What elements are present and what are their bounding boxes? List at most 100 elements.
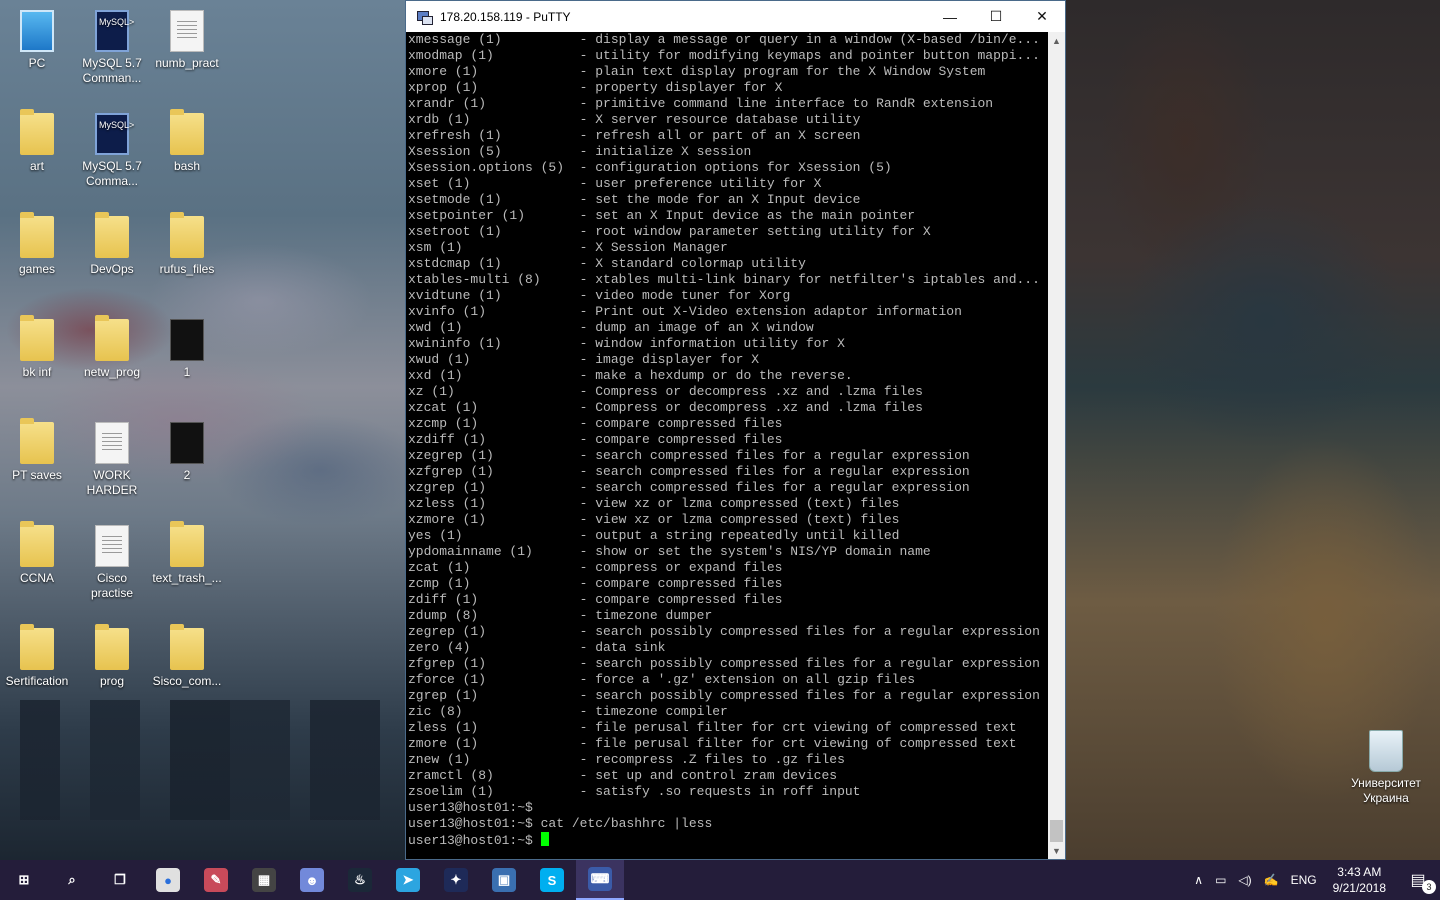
minimize-button[interactable]: — [927,1,973,32]
taskbar-chrome-button[interactable]: ● [144,860,192,900]
scrollbar-thumb[interactable] [1050,820,1063,842]
desktop-icon[interactable]: Cisco practise [75,525,149,601]
desktop-icon[interactable]: PT saves [0,418,74,483]
terminal-line: xzfgrep (1) - search compressed files fo… [408,464,970,479]
language-indicator[interactable]: ENG [1285,860,1323,900]
desktop-icon[interactable]: MySQL> MySQL 5.7 Comman... [75,10,149,86]
taskbar-skype-button[interactable]: S [528,860,576,900]
taskbar-task-view-button[interactable]: ❐ [96,860,144,900]
task-view-icon: ❐ [114,872,126,887]
paint-icon: ✎ [204,868,228,892]
network-icon[interactable]: ▭ [1209,860,1232,900]
desktop-icon-label: 2 [183,468,191,482]
desktop-icon[interactable]: games [0,212,74,277]
close-button[interactable]: ✕ [1019,1,1065,32]
scroll-up-arrow-icon[interactable]: ▲ [1048,32,1065,49]
maximize-button[interactable]: ☐ [973,1,1019,32]
desktop-icon[interactable]: Sertification [0,624,74,689]
terminal-line: xz (1) - Compress or decompress .xz and … [408,384,923,399]
start-icon: ⊞ [18,872,30,887]
desktop-icon[interactable]: text_trash_... [150,521,224,586]
desktop-icon[interactable]: CCNA [0,521,74,586]
desktop-icon-label: netw_prog [83,365,141,379]
folder-icon [20,109,54,155]
desktop-icon-label: bash [173,159,201,173]
terminal-line: xsm (1) - X Session Manager [408,240,728,255]
taskbar-search-button[interactable]: ⌕ [48,860,96,900]
terminal-prompt-line[interactable]: user13@host01:~$ [408,832,1049,848]
desktop-icon[interactable]: 1 [150,319,224,380]
desktop-icon-label: Sisco_com... [152,674,222,688]
volume-icon[interactable]: ◁) [1232,860,1257,900]
folder-icon [95,212,129,258]
folder-icon [20,315,54,361]
taskbar-telegram-button[interactable]: ➤ [384,860,432,900]
discord-icon: ☻ [300,868,324,892]
terminal-line: xzegrep (1) - search compressed files fo… [408,448,970,463]
folder-icon [20,418,54,464]
desktop-icon[interactable]: bash [150,109,224,174]
tray-chevron-icon[interactable]: ∧ [1188,860,1209,900]
terminal-line: zramctl (8) - set up and control zram de… [408,768,838,783]
putty-window[interactable]: 178.20.158.119 - PuTTY — ☐ ✕ xmessage (1… [405,0,1066,860]
putty-titlebar[interactable]: 178.20.158.119 - PuTTY — ☐ ✕ [406,1,1065,32]
taskbar-remote-desktop-button[interactable]: ▣ [480,860,528,900]
terminal-line: xzless (1) - view xz or lzma compressed … [408,496,900,511]
terminal-line: user13@host01:~$ [408,800,533,815]
desktop-icon[interactable]: PC [0,10,74,71]
desktop-icon[interactable]: WORK HARDER [75,422,149,498]
desktop-icon[interactable]: rufus_files [150,212,224,277]
folder-icon [20,624,54,670]
terminal-line: zcat (1) - compress or expand files [408,560,783,575]
terminal-line: xrefresh (1) - refresh all or part of an… [408,128,861,143]
terminal-prompt: user13@host01:~$ [408,833,541,848]
terminal-line: zegrep (1) - search possibly compressed … [408,624,1040,639]
taskbar-discord-button[interactable]: ☻ [288,860,336,900]
action-center-button[interactable]: ▤ 3 [1396,860,1440,900]
terminal-line: xmore (1) - plain text display program f… [408,64,986,79]
taskbar-putty-button[interactable]: ⌨ [576,860,624,900]
chrome-icon: ● [156,868,180,892]
scroll-down-arrow-icon[interactable]: ▼ [1048,842,1065,859]
terminal-line: zmore (1) - file perusal filter for crt … [408,736,1017,751]
taskbar-packet-tracer-button[interactable]: ✦ [432,860,480,900]
terminal-line: xrdb (1) - X server resource database ut… [408,112,861,127]
desktop-icon-label: art [29,159,44,173]
recycle-bin[interactable]: Университет Украина [1350,730,1422,806]
desktop-icon[interactable]: 2 [150,422,224,483]
terminal-line: xtables-multi (8) - xtables multi-link b… [408,272,1040,287]
terminal-line: xrandr (1) - primitive command line inte… [408,96,994,111]
desktop-icon-label: Cisco practise [90,571,134,600]
desktop-icon[interactable]: prog [75,624,149,689]
desktop-icon[interactable]: DevOps [75,212,149,277]
taskbar: ⊞ ⌕ ❐ ● ✎ ▦ ☻ ♨ ➤ ✦ ▣ S ⌨ ∧ ▭ ◁) ✍ ENG 3:43 AM 9/21/… [0,860,1440,900]
terminal-output[interactable]: xmessage (1) - display a message or quer… [407,32,1049,859]
desktop-icon[interactable]: MySQL> MySQL 5.7 Comma... [75,113,149,189]
terminal-line: zdump (8) - timezone dumper [408,608,713,623]
terminal-line: xvidtune (1) - video mode tuner for Xorg [408,288,791,303]
desktop-icon[interactable]: netw_prog [75,315,149,380]
thumb-icon [170,422,204,464]
desktop-icon[interactable]: Sisco_com... [150,624,224,689]
mysql-icon: MySQL> [95,10,134,52]
taskbar-paint-button[interactable]: ✎ [192,860,240,900]
desktop-icon[interactable]: numb_pract [150,10,224,71]
taskbar-steam-button[interactable]: ♨ [336,860,384,900]
terminal-line: xzcat (1) - Compress or decompress .xz a… [408,400,923,415]
folder-icon [95,315,129,361]
desktop-icon-label: MySQL 5.7 Comma... [82,159,142,188]
terminal-scrollbar[interactable]: ▲ ▼ [1048,32,1065,859]
mysql-icon: MySQL> [95,113,134,155]
terminal-line: xsetpointer (1) - set an X Input device … [408,208,916,223]
desktop-icon-label: numb_pract [155,56,219,70]
thumb-icon [170,319,204,361]
putty-icon[interactable] [416,9,433,25]
steam-icon: ♨ [348,868,372,892]
desktop-icon[interactable]: art [0,109,74,174]
folder-icon [170,212,204,258]
clock[interactable]: 3:43 AM 9/21/2018 [1323,864,1396,896]
desktop-icon[interactable]: bk inf [0,315,74,380]
taskbar-calculator-button[interactable]: ▦ [240,860,288,900]
taskbar-start-button[interactable]: ⊞ [0,860,48,900]
pen-icon[interactable]: ✍ [1258,860,1285,900]
